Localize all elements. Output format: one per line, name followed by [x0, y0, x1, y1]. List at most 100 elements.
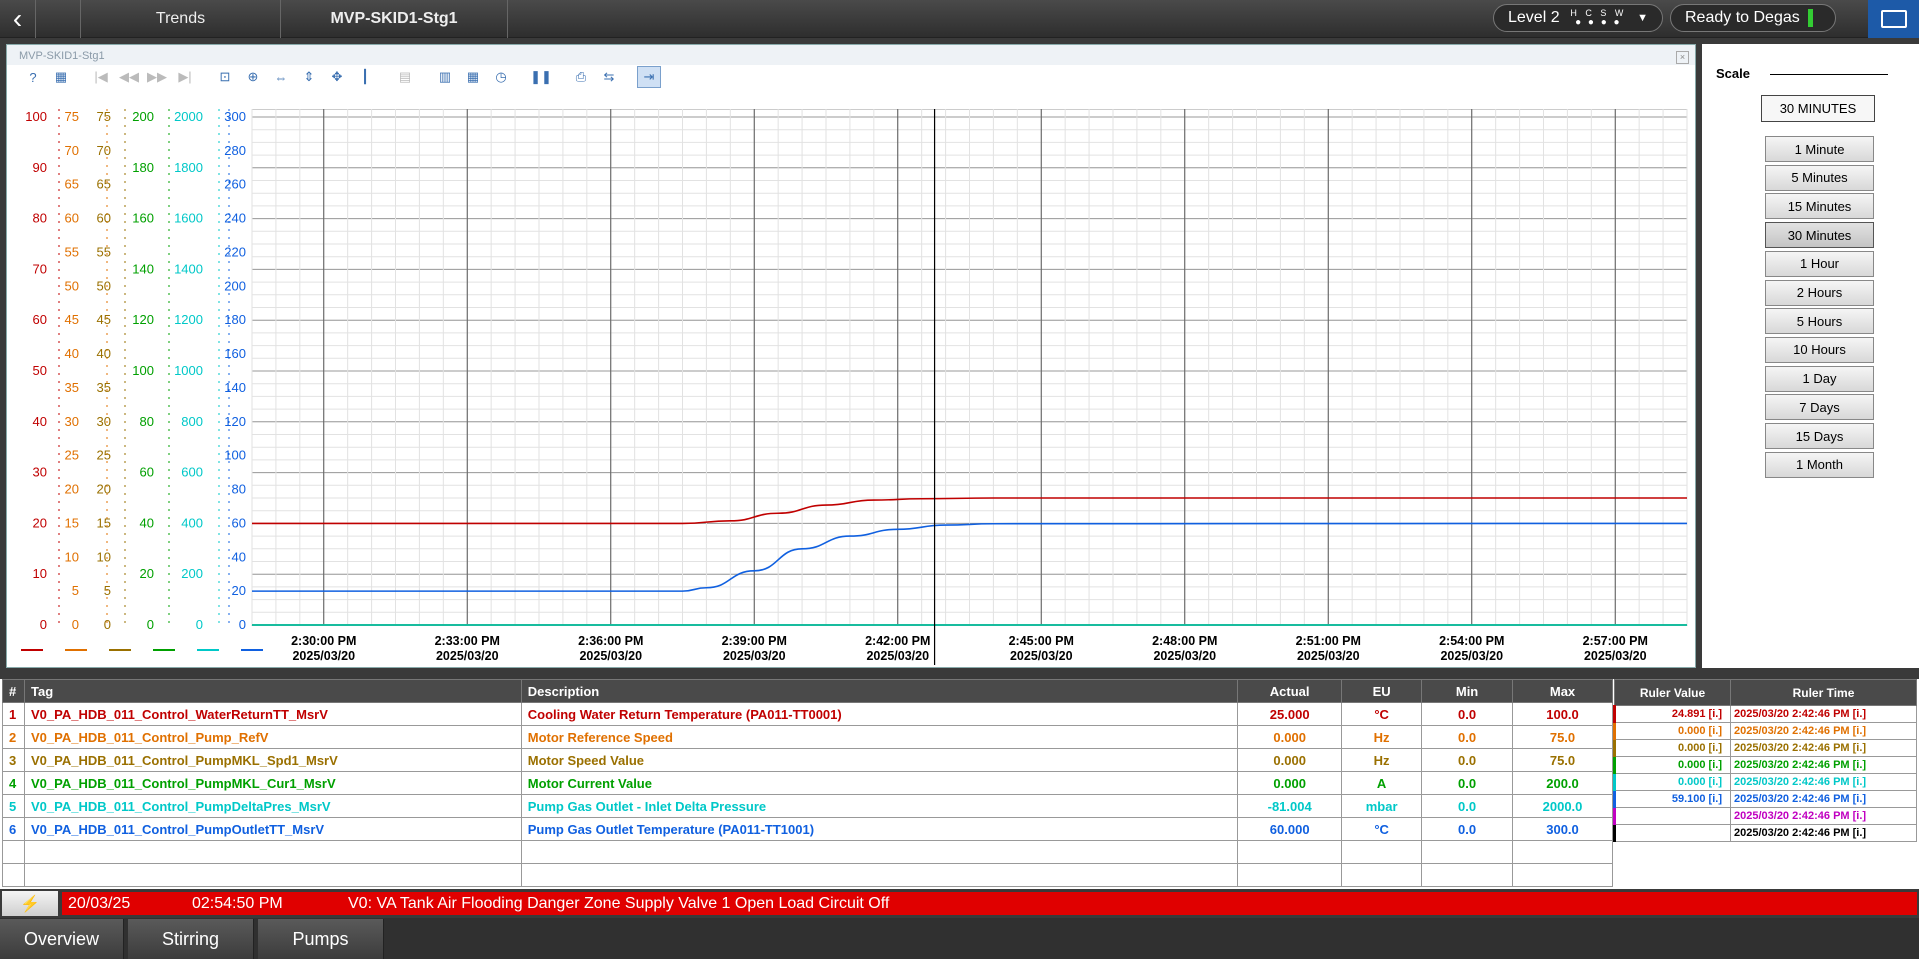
- ruler-mode-icon[interactable]: ⇥: [637, 66, 661, 88]
- settings-icon[interactable]: ▦: [49, 66, 73, 88]
- scale-option-button[interactable]: 5 Hours: [1765, 308, 1874, 335]
- monitor-button[interactable]: [1868, 0, 1919, 38]
- zoom-box-icon[interactable]: ⊡: [213, 66, 237, 88]
- x-tick-date: 2025/03/20: [1584, 649, 1647, 663]
- axis-tick-label: 280: [224, 143, 246, 158]
- table-row[interactable]: 1 V0_PA_HDB_011_Control_WaterReturnTT_Msr…: [2, 702, 1613, 726]
- axis-tick-label: 1400: [174, 261, 203, 276]
- scale-option-button[interactable]: 1 Hour: [1765, 250, 1874, 277]
- axis-tick-label: 100: [224, 448, 246, 463]
- table-row[interactable]: 5 V0_PA_HDB_011_Control_PumpDeltaPres_Msr…: [2, 794, 1613, 818]
- empty-cell: [1421, 840, 1514, 864]
- col-tag[interactable]: Tag: [23, 679, 522, 703]
- cell-num: 2: [2, 725, 25, 749]
- help-icon[interactable]: ?: [21, 66, 45, 88]
- level-selector[interactable]: Level 2 H C S W ● ● ● ● ▼: [1493, 4, 1663, 32]
- next-fast-icon[interactable]: ▶▶: [145, 66, 169, 88]
- first-icon[interactable]: |◀: [89, 66, 113, 88]
- scale-option-button[interactable]: 1 Month: [1765, 451, 1874, 478]
- axis-tick-label: 75: [97, 109, 111, 124]
- alarm-row[interactable]: 20/03/25 02:54:50 PM V0: VA Tank Air Flo…: [62, 892, 1917, 915]
- x-tick-time: 2:54:00 PM: [1439, 634, 1504, 648]
- scale-option-button[interactable]: 15 Days: [1765, 423, 1874, 449]
- scale-option-button[interactable]: 30 Minutes: [1765, 222, 1874, 249]
- axis-tick-label: 55: [65, 244, 79, 259]
- status-text: Ready to Degas: [1685, 9, 1800, 26]
- back-button[interactable]: ‹: [0, 0, 36, 38]
- ruler-row: 59.100 [i.] 2025/03/20 2:42:46 PM [i.]: [1613, 790, 1917, 808]
- scale-option-button[interactable]: 10 Hours: [1765, 336, 1874, 363]
- zoom-horizontal-icon[interactable]: ⇔: [269, 66, 293, 88]
- cell-eu: °C: [1341, 702, 1423, 726]
- col-ruler-value[interactable]: Ruler Value: [1614, 679, 1731, 706]
- zoom-in-icon[interactable]: ⊕: [241, 66, 265, 88]
- table-row[interactable]: 6 V0_PA_HDB_011_Control_PumpOutletTT_MsrV…: [2, 817, 1613, 841]
- col-eu[interactable]: EU: [1341, 679, 1423, 703]
- col-ruler-time[interactable]: Ruler Time: [1730, 679, 1917, 706]
- empty-row[interactable]: [2, 840, 1613, 864]
- axis-tick-label: 65: [97, 177, 111, 192]
- scale-option-button[interactable]: 1 Day: [1765, 365, 1874, 392]
- axis-tick-label: 0: [40, 617, 47, 632]
- tab-stirring[interactable]: Stirring: [128, 919, 254, 959]
- zoom-vertical-icon[interactable]: ⇕: [297, 66, 321, 88]
- ruler-row: 2025/03/20 2:42:46 PM [i.]: [1613, 824, 1917, 842]
- axis-tick-label: 100: [25, 109, 47, 124]
- ruler-value: 24.891 [i.]: [1613, 705, 1731, 723]
- scale-option-button[interactable]: 15 Minutes: [1765, 193, 1874, 220]
- x-tick-date: 2025/03/20: [1440, 649, 1503, 663]
- cell-num: 4: [2, 771, 25, 795]
- cell-min: 0.0: [1421, 748, 1514, 772]
- grid-config-icon[interactable]: ▦: [461, 66, 485, 88]
- cell-desc: Motor Current Value: [520, 771, 1239, 795]
- axis-tick-label: 60: [33, 312, 47, 327]
- close-icon[interactable]: ×: [1676, 51, 1689, 64]
- ruler-icon[interactable]: ┃: [353, 66, 377, 88]
- scale-option-button[interactable]: 1 Minute: [1765, 136, 1874, 162]
- col-min[interactable]: Min: [1421, 679, 1514, 703]
- col-max[interactable]: Max: [1512, 679, 1613, 703]
- scale-option-button[interactable]: 5 Minutes: [1765, 164, 1874, 191]
- table-row[interactable]: 3 V0_PA_HDB_011_Control_PumpMKL_Spd1_MsrV…: [2, 748, 1613, 772]
- pan-icon[interactable]: ✥: [325, 66, 349, 88]
- cell-actual: 25.000: [1237, 702, 1343, 726]
- axis-tick-label: 30: [65, 414, 79, 429]
- prev-fast-icon[interactable]: ◀◀: [117, 66, 141, 88]
- table-icon[interactable]: ▤: [393, 66, 417, 88]
- tab-pumps[interactable]: Pumps: [258, 919, 384, 959]
- scale-option-button[interactable]: 7 Days: [1765, 394, 1874, 421]
- cell-eu: °C: [1341, 817, 1423, 841]
- axis-config-icon[interactable]: ▥: [433, 66, 457, 88]
- trend-chart[interactable]: 0 10 20 30 40 50 60 70 80 90 100 0 5 10 15 20 25 30 35 40 45…: [7, 108, 1697, 669]
- empty-cell: [1512, 840, 1613, 864]
- ruler-row: 0.000 [i.] 2025/03/20 2:42:46 PM [i.]: [1613, 773, 1917, 791]
- alarm-button[interactable]: ⚡: [2, 891, 58, 916]
- breadcrumb-trends[interactable]: Trends: [80, 0, 280, 38]
- col-actual[interactable]: Actual: [1237, 679, 1343, 703]
- x-tick-date: 2025/03/20: [292, 649, 355, 663]
- scale-option-button[interactable]: 2 Hours: [1765, 279, 1874, 306]
- axis-tick-label: 1800: [174, 160, 203, 175]
- axis-tick-label: 1600: [174, 211, 203, 226]
- cell-actual: 0.000: [1237, 771, 1343, 795]
- table-row[interactable]: 2 V0_PA_HDB_011_Control_Pump_RefV Motor Re…: [2, 725, 1613, 749]
- print-icon[interactable]: ⎙: [569, 66, 593, 88]
- timer-icon[interactable]: ◷: [489, 66, 513, 88]
- status-indicator[interactable]: Ready to Degas: [1670, 4, 1836, 32]
- axis-tick-label: 800: [181, 414, 203, 429]
- col-description[interactable]: Description: [520, 679, 1239, 703]
- axis-tick-label: 40: [232, 549, 246, 564]
- trend-window-title: MVP-SKID1-Stg1: [7, 45, 1695, 65]
- cell-desc: Pump Gas Outlet - Inlet Delta Pressure: [520, 794, 1239, 818]
- last-icon[interactable]: ▶|: [173, 66, 197, 88]
- trend-chart-svg[interactable]: 0102030405060708090100051015202530354045…: [7, 108, 1697, 669]
- hcsw-indicator: H C S W ● ● ● ●: [1570, 8, 1626, 28]
- export-icon[interactable]: ⇆: [597, 66, 621, 88]
- pause-icon[interactable]: ❚❚: [529, 66, 553, 88]
- x-tick-date: 2025/03/20: [579, 649, 642, 663]
- tab-overview[interactable]: Overview: [0, 919, 124, 959]
- col-num[interactable]: #: [2, 679, 25, 703]
- ruler-time: 2025/03/20 2:42:46 PM [i.]: [1730, 705, 1917, 723]
- table-row[interactable]: 4 V0_PA_HDB_011_Control_PumpMKL_Cur1_MsrV…: [2, 771, 1613, 795]
- empty-row[interactable]: [2, 863, 1613, 887]
